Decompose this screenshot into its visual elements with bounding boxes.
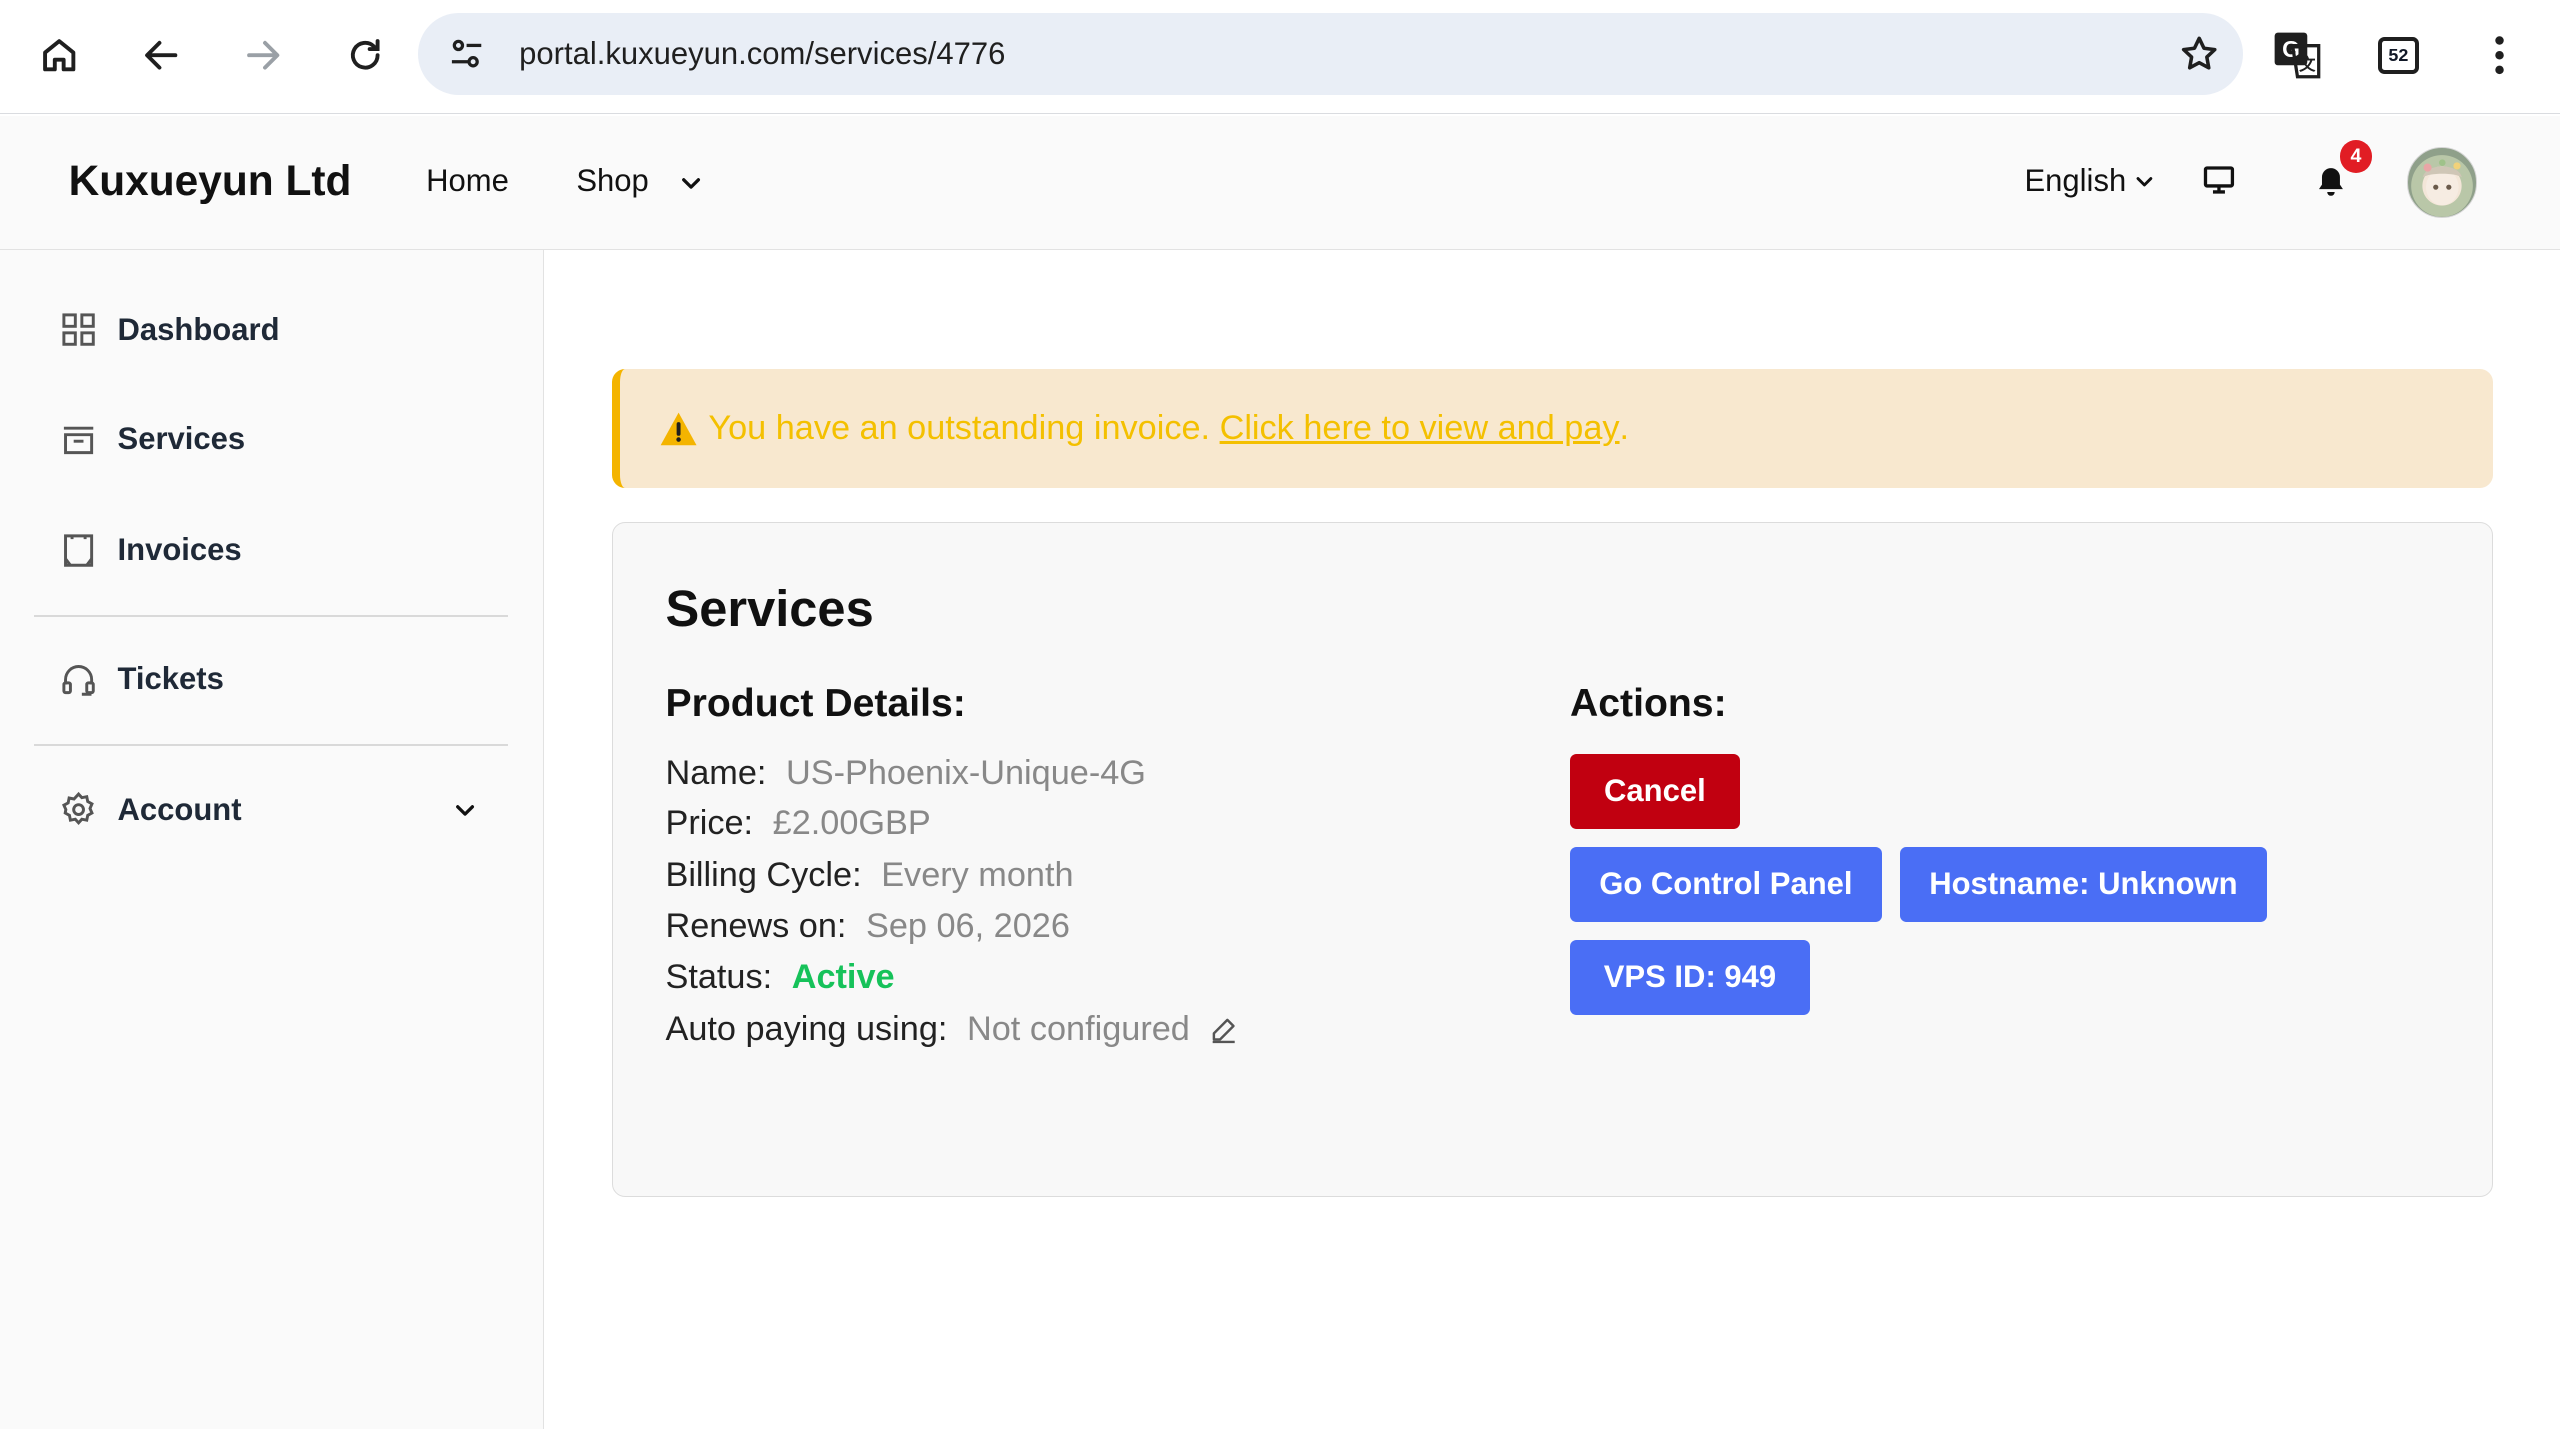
language-selector[interactable]: English: [2024, 116, 2155, 247]
translate-icon[interactable]: G文: [2264, 23, 2329, 88]
language-chevron-down-icon: [2136, 176, 2153, 187]
detail-billing-cycle: Billing Cycle: Every month: [665, 856, 1073, 895]
gear-icon: [61, 792, 94, 826]
vps-id-button[interactable]: VPS ID: 949: [1569, 939, 1810, 1015]
svg-text:文: 文: [2299, 55, 2316, 74]
alert-suffix: .: [1619, 409, 1630, 448]
site-header: Kuxueyun Ltd Home Shop English: [0, 115, 2560, 250]
edit-pencil-icon[interactable]: [1209, 1015, 1238, 1044]
sidebar-item-services[interactable]: Services: [59, 415, 245, 464]
detail-value: US-Phoenix-Unique-4G: [785, 753, 1146, 792]
hostname-button[interactable]: Hostname: Unknown: [1899, 846, 2268, 922]
browser-toolbar: portal.kuxueyun.com/services/4776 G文 52: [0, 0, 2560, 115]
sidebar-divider: [34, 615, 508, 618]
sidebar-item-label: Dashboard: [117, 311, 280, 347]
svg-text:G: G: [2282, 36, 2300, 62]
url-text[interactable]: portal.kuxueyun.com/services/4776: [519, 13, 1005, 95]
nav-home[interactable]: Home: [426, 116, 509, 247]
more-menu-icon[interactable]: [2467, 23, 2532, 88]
home-icon[interactable]: [26, 23, 91, 88]
sidebar-item-label: Tickets: [117, 661, 224, 697]
detail-label: Status:: [665, 957, 773, 996]
account-chevron-down-icon[interactable]: [452, 797, 478, 823]
detail-status: Status: Active: [665, 958, 894, 997]
detail-auto-paying: Auto paying using: Not configured: [665, 1010, 1238, 1049]
warning-icon: [659, 411, 698, 447]
service-card: Services Product Details: Name: US-Phoen…: [612, 522, 2494, 1197]
detail-label: Billing Cycle:: [665, 856, 862, 895]
sidebar-item-label: Services: [117, 421, 246, 457]
product-details-heading: Product Details:: [665, 681, 966, 725]
sidebar-item-tickets[interactable]: Tickets: [59, 655, 224, 704]
sidebar-item-invoices[interactable]: Invoices: [59, 526, 242, 575]
nav-shop[interactable]: Shop: [576, 116, 648, 247]
invoice-icon: [63, 534, 93, 567]
sidebar-divider: [34, 744, 508, 747]
avatar[interactable]: [2406, 146, 2478, 218]
detail-value: Sep 06, 2026: [866, 907, 1070, 946]
detail-value: £2.00GBP: [772, 804, 931, 843]
detail-label: Name:: [665, 753, 767, 792]
page-title: Services: [665, 579, 874, 637]
language-label: English: [2024, 162, 2127, 198]
detail-renews-on: Renews on: Sep 06, 2026: [665, 907, 1069, 946]
notification-badge: 4: [2339, 140, 2373, 174]
address-bar[interactable]: portal.kuxueyun.com/services/4776: [417, 13, 2244, 95]
site-settings-icon[interactable]: [447, 34, 486, 73]
cancel-button[interactable]: Cancel: [1569, 753, 1740, 829]
tab-switcher-button[interactable]: 52: [2366, 23, 2431, 88]
alert-text: You have an outstanding invoice.: [708, 409, 1211, 448]
back-arrow-icon[interactable]: [129, 23, 194, 88]
sidebar-item-account[interactable]: Account: [59, 785, 242, 834]
detail-name: Name: US-Phoenix-Unique-4G: [665, 754, 1145, 793]
detail-label: Renews on:: [665, 907, 847, 946]
detail-value: Not configured: [967, 1009, 1190, 1048]
sidebar-item-label: Invoices: [117, 532, 242, 568]
reload-icon[interactable]: [333, 23, 398, 88]
brand-logo[interactable]: Kuxueyun Ltd: [69, 116, 352, 247]
view-and-pay-link[interactable]: Click here to view and pay: [1220, 409, 1620, 448]
dashboard-grid-icon: [62, 313, 95, 346]
detail-price: Price: £2.00GBP: [665, 804, 930, 843]
shop-chevron-down-icon[interactable]: [678, 170, 704, 196]
tab-count: 52: [2378, 36, 2419, 75]
detail-label: Price:: [665, 804, 754, 843]
status-badge: Active: [791, 957, 895, 996]
outstanding-invoice-alert: You have an outstanding invoice. Click h…: [612, 368, 2494, 489]
sidebar-item-dashboard[interactable]: Dashboard: [59, 305, 280, 354]
actions-heading: Actions:: [1569, 681, 1727, 725]
sidebar: Dashboard Services Invoices Tickets Acco…: [0, 249, 544, 1429]
sidebar-item-label: Account: [117, 791, 242, 827]
monitor-icon[interactable]: [2201, 162, 2237, 198]
bookmark-star-icon[interactable]: [2178, 33, 2220, 75]
detail-label: Auto paying using:: [665, 1009, 948, 1048]
archive-box-icon: [63, 426, 94, 454]
forward-arrow-icon[interactable]: [230, 23, 295, 88]
go-control-panel-button[interactable]: Go Control Panel: [1569, 846, 1882, 922]
detail-value: Every month: [881, 856, 1074, 895]
headset-icon: [62, 664, 95, 696]
